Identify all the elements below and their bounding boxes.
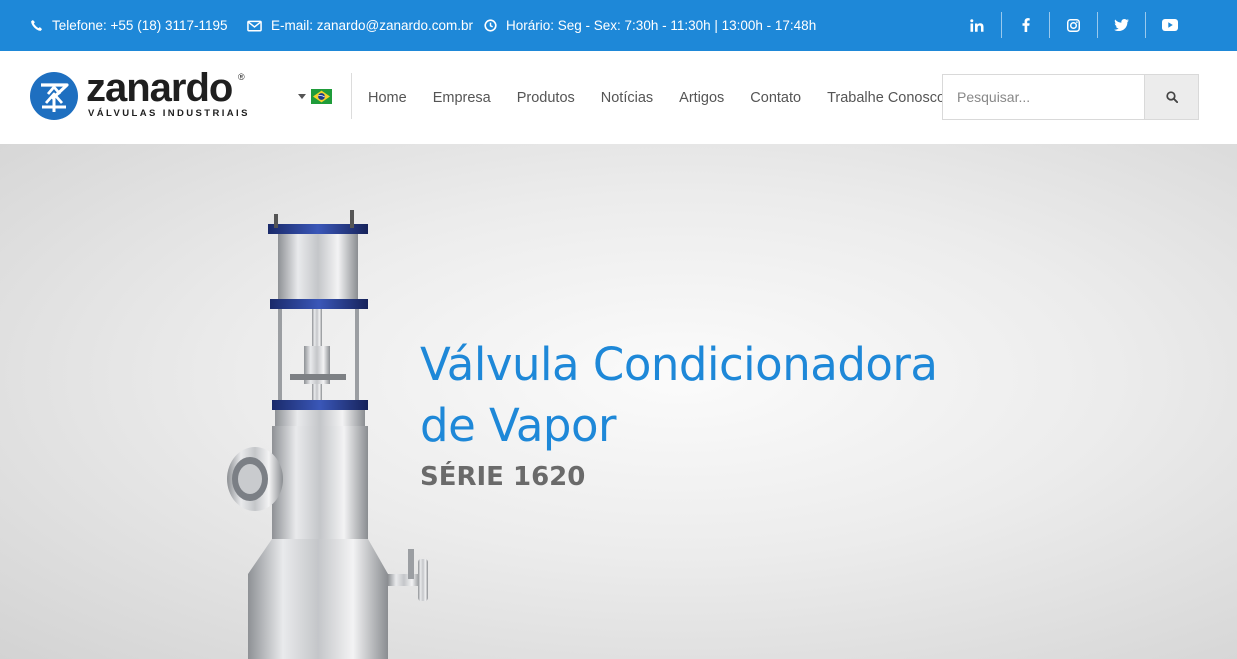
nav-item-home[interactable]: Home: [355, 90, 420, 106]
youtube-icon[interactable]: [1145, 12, 1193, 38]
email-info[interactable]: E-mail: zanardo@zanardo.com.br: [247, 0, 473, 51]
hero-banner[interactable]: Válvula Condicionadora de Vapor SÉRIE 16…: [0, 144, 1237, 659]
hero-title-line-2: de Vapor: [420, 399, 617, 452]
instagram-icon[interactable]: [1049, 12, 1097, 38]
chevron-down-icon: [298, 94, 306, 99]
nav-item-contato[interactable]: Contato: [737, 90, 814, 106]
twitter-icon[interactable]: [1097, 12, 1145, 38]
social-links: [953, 12, 1193, 38]
search-button[interactable]: [1144, 74, 1199, 120]
search-input[interactable]: [942, 74, 1144, 120]
phone-info: Telefone: +55 (18) 3117-1195: [30, 0, 228, 51]
hero-series-label: SÉRIE 1620: [420, 462, 586, 492]
zanardo-logo-mark: [30, 72, 78, 120]
phone-icon: [31, 19, 43, 31]
hours-info: Horário: Seg - Sex: 7:30h - 11:30h | 13:…: [484, 0, 816, 51]
zanardo-logo[interactable]: zanardo ® VÁLVULAS INDUSTRIAIS: [30, 66, 250, 126]
language-selector[interactable]: [298, 89, 332, 104]
hours-text: Horário: Seg - Sex: 7:30h - 11:30h | 13:…: [506, 18, 817, 33]
logo-tagline: VÁLVULAS INDUSTRIAIS: [88, 108, 250, 119]
main-nav: Home Empresa Produtos Notícias Artigos C…: [355, 51, 958, 144]
facebook-icon[interactable]: [1001, 12, 1049, 38]
nav-item-noticias[interactable]: Notícias: [588, 90, 666, 106]
registered-mark: ®: [238, 72, 245, 82]
nav-item-artigos[interactable]: Artigos: [666, 90, 737, 106]
main-header: zanardo ® VÁLVULAS INDUSTRIAIS Home Empr…: [0, 51, 1237, 144]
clock-icon: [484, 19, 497, 32]
brazil-flag-icon: [311, 89, 332, 104]
hero-title: Válvula Condicionadora de Vapor: [420, 334, 938, 456]
logo-wordmark: zanardo: [86, 66, 233, 110]
nav-item-empresa[interactable]: Empresa: [420, 90, 504, 106]
search-icon: [1165, 91, 1178, 103]
header-divider: [351, 73, 352, 119]
email-text[interactable]: E-mail: zanardo@zanardo.com.br: [271, 18, 473, 33]
linkedin-icon[interactable]: [953, 12, 1001, 38]
search-box: [942, 74, 1199, 120]
nav-item-produtos[interactable]: Produtos: [504, 90, 588, 106]
nav-item-trabalhe-conosco[interactable]: Trabalhe Conosco: [814, 90, 958, 106]
hero-title-line-1: Válvula Condicionadora: [420, 338, 938, 391]
top-info-bar: Telefone: +55 (18) 3117-1195 E-mail: zan…: [0, 0, 1237, 51]
phone-text: Telefone: +55 (18) 3117-1195: [52, 18, 228, 33]
envelope-icon: [247, 20, 262, 31]
